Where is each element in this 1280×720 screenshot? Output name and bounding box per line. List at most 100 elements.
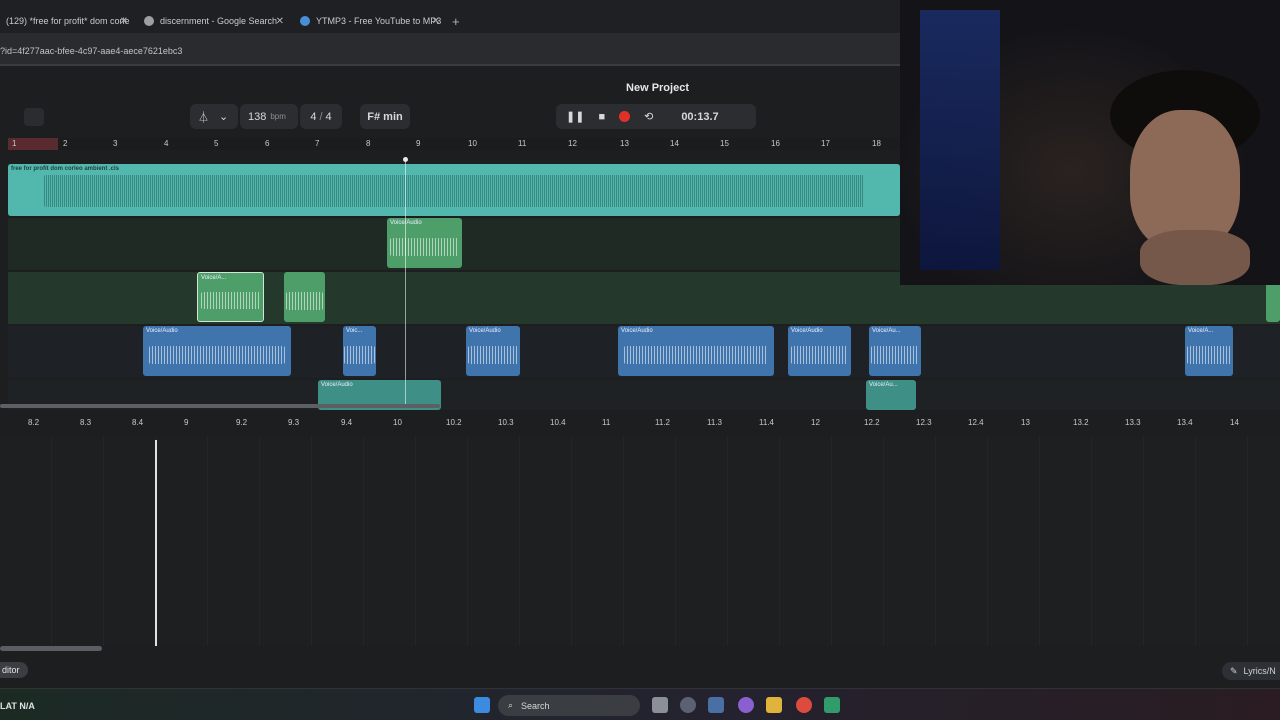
audio-clip[interactable]: free for profit dom corleo ambient .cls bbox=[8, 164, 900, 216]
editor-tab[interactable]: ditor bbox=[0, 662, 28, 678]
editor-ruler-tick: 9 bbox=[184, 418, 189, 427]
browser-tab-bar: (129) *free for profit* dom corle ✕ disc… bbox=[0, 0, 900, 34]
tab-label: discernment - Google Search bbox=[160, 16, 278, 26]
loop-icon[interactable]: ⟲ bbox=[644, 110, 653, 123]
editor-ruler-tick: 13.2 bbox=[1073, 418, 1089, 427]
audio-clip[interactable]: Voice/A... bbox=[1185, 326, 1233, 376]
tab-google-search[interactable]: discernment - Google Search ✕ bbox=[138, 8, 286, 34]
editor-ruler-tick: 11.2 bbox=[655, 418, 670, 427]
chevron-down-icon[interactable]: ⌄ bbox=[219, 110, 228, 123]
task-view-icon[interactable] bbox=[652, 697, 668, 713]
waveform bbox=[1186, 346, 1232, 364]
waveform bbox=[790, 346, 849, 364]
windows-start-icon[interactable] bbox=[474, 697, 490, 713]
ruler-tick: 12 bbox=[568, 139, 577, 148]
audio-clip[interactable]: Voice/Audio bbox=[387, 218, 462, 268]
waveform bbox=[285, 292, 324, 310]
audio-clip[interactable]: Voice/Audio bbox=[466, 326, 520, 376]
editor-ruler-tick: 10.2 bbox=[446, 418, 462, 427]
close-tab-icon[interactable]: ✕ bbox=[120, 16, 128, 27]
lyrics-tab[interactable]: ✎ Lyrics/N bbox=[1222, 662, 1280, 680]
audio-clip[interactable]: Voic... bbox=[343, 326, 376, 376]
audio-clip[interactable]: Voice/Audio bbox=[788, 326, 851, 376]
ruler-tick: 16 bbox=[771, 139, 780, 148]
waveform bbox=[148, 346, 286, 364]
editor-ruler-tick: 8.2 bbox=[28, 418, 40, 427]
editor-ruler[interactable]: 8.2 8.3 8.4 9 9.2 9.3 9.4 10 10.2 10.3 10.4 11 11.2 1… bbox=[0, 416, 1280, 430]
globe-icon bbox=[300, 16, 310, 26]
clip-label: Voice/A... bbox=[201, 275, 227, 281]
editor-grid[interactable] bbox=[0, 436, 1280, 646]
clip-label: Voice/A... bbox=[1188, 328, 1214, 334]
audio-clip[interactable]: Voice/Audio bbox=[618, 326, 774, 376]
ruler-tick: 17 bbox=[821, 139, 830, 148]
editor-ruler-tick: 13 bbox=[1021, 418, 1030, 427]
metronome-control[interactable]: ⏃ ⌄ bbox=[190, 104, 238, 129]
folder-icon[interactable] bbox=[766, 697, 782, 713]
clip-label: Voice/Audio bbox=[321, 382, 353, 388]
time-display: 00:13.7 bbox=[681, 110, 719, 123]
ruler-tick: 13 bbox=[620, 139, 629, 148]
clip-label: Voice/Au... bbox=[872, 328, 901, 334]
ruler-tick: 1 bbox=[12, 139, 17, 148]
ruler-tick: 8 bbox=[366, 139, 371, 148]
address-bar[interactable]: ?id=4f277aac-bfee-4c97-aae4-aece7621ebc3 bbox=[0, 34, 900, 66]
audio-clip-selected[interactable]: Voice/A... bbox=[197, 272, 264, 322]
clip-label: Voice/Audio bbox=[621, 328, 653, 334]
close-tab-icon[interactable]: ✕ bbox=[276, 16, 284, 27]
clip-label: Voic... bbox=[346, 328, 363, 334]
editor-scrollbar[interactable] bbox=[0, 646, 102, 651]
bpm-value: 138 bbox=[248, 110, 267, 123]
pause-icon[interactable]: ❚❚ bbox=[566, 110, 584, 123]
new-tab-button[interactable]: + bbox=[452, 14, 460, 29]
lyrics-tab-label: Lyrics/N bbox=[1243, 666, 1276, 676]
tab-label: (129) *free for profit* dom corle bbox=[6, 16, 130, 26]
transport-bar: ❚❚ ■ ⟲ 00:13.7 bbox=[556, 104, 756, 129]
stop-icon[interactable]: ■ bbox=[598, 111, 605, 123]
clip-label: Voice/Au... bbox=[869, 382, 898, 388]
tab-ytmp3[interactable]: YTMP3 - Free YouTube to MP3 ✕ bbox=[294, 8, 442, 34]
grid-toggle-button[interactable] bbox=[24, 108, 44, 126]
audio-clip[interactable] bbox=[284, 272, 325, 322]
waveform bbox=[200, 292, 261, 310]
audio-clip[interactable]: Voice/Au... bbox=[869, 326, 921, 376]
audio-clip[interactable]: Voice/Audio bbox=[143, 326, 291, 376]
editor-ruler-tick: 12.2 bbox=[864, 418, 880, 427]
waveform bbox=[871, 346, 919, 364]
url-text: ?id=4f277aac-bfee-4c97-aae4-aece7621ebc3 bbox=[0, 46, 183, 56]
clip-label: Voice/Audio bbox=[146, 328, 178, 334]
copilot-icon[interactable] bbox=[738, 697, 754, 713]
horizontal-scrollbar[interactable] bbox=[0, 404, 440, 408]
playhead[interactable] bbox=[403, 157, 408, 406]
editor-ruler-tick: 12.3 bbox=[916, 418, 932, 427]
tab-youtube[interactable]: (129) *free for profit* dom corle ✕ bbox=[0, 8, 130, 34]
track-4[interactable]: Voice/Audio Voic... Voice/Audio Voice/Au… bbox=[8, 326, 1280, 378]
time-sig-numerator: 4 bbox=[310, 110, 317, 123]
taskbar-search[interactable]: ⌕ Search bbox=[498, 695, 640, 716]
record-icon[interactable] bbox=[619, 111, 631, 122]
tab-label: YTMP3 - Free YouTube to MP3 bbox=[316, 16, 442, 26]
clip-label: Voice/Audio bbox=[469, 328, 501, 334]
chrome-icon[interactable] bbox=[796, 697, 812, 713]
google-icon bbox=[144, 16, 154, 26]
ruler-tick: 14 bbox=[670, 139, 679, 148]
close-tab-icon[interactable]: ✕ bbox=[432, 16, 440, 27]
4k-app-icon[interactable] bbox=[680, 697, 696, 713]
waveform bbox=[624, 346, 768, 364]
ruler-tick: 18 bbox=[872, 139, 881, 148]
editor-ruler-tick: 9.3 bbox=[288, 418, 300, 427]
editor-ruler-tick: 13.3 bbox=[1125, 418, 1141, 427]
pen-icon: ✎ bbox=[1230, 665, 1238, 676]
ruler-tick: 3 bbox=[113, 139, 118, 148]
editor-cursor[interactable] bbox=[155, 440, 157, 646]
webcam-overlay bbox=[900, 0, 1280, 285]
project-title: New Project bbox=[626, 82, 689, 94]
bpm-control[interactable]: 138 bpm bbox=[240, 104, 298, 129]
store-icon[interactable] bbox=[708, 697, 724, 713]
key-selector[interactable]: F# min bbox=[360, 104, 410, 129]
ruler-tick: 5 bbox=[214, 139, 219, 148]
ruler-tick: 2 bbox=[63, 139, 68, 148]
time-signature-control[interactable]: 4 / 4 bbox=[300, 104, 342, 129]
app-icon[interactable] bbox=[824, 697, 840, 713]
audio-clip[interactable]: Voice/Au... bbox=[866, 380, 916, 410]
